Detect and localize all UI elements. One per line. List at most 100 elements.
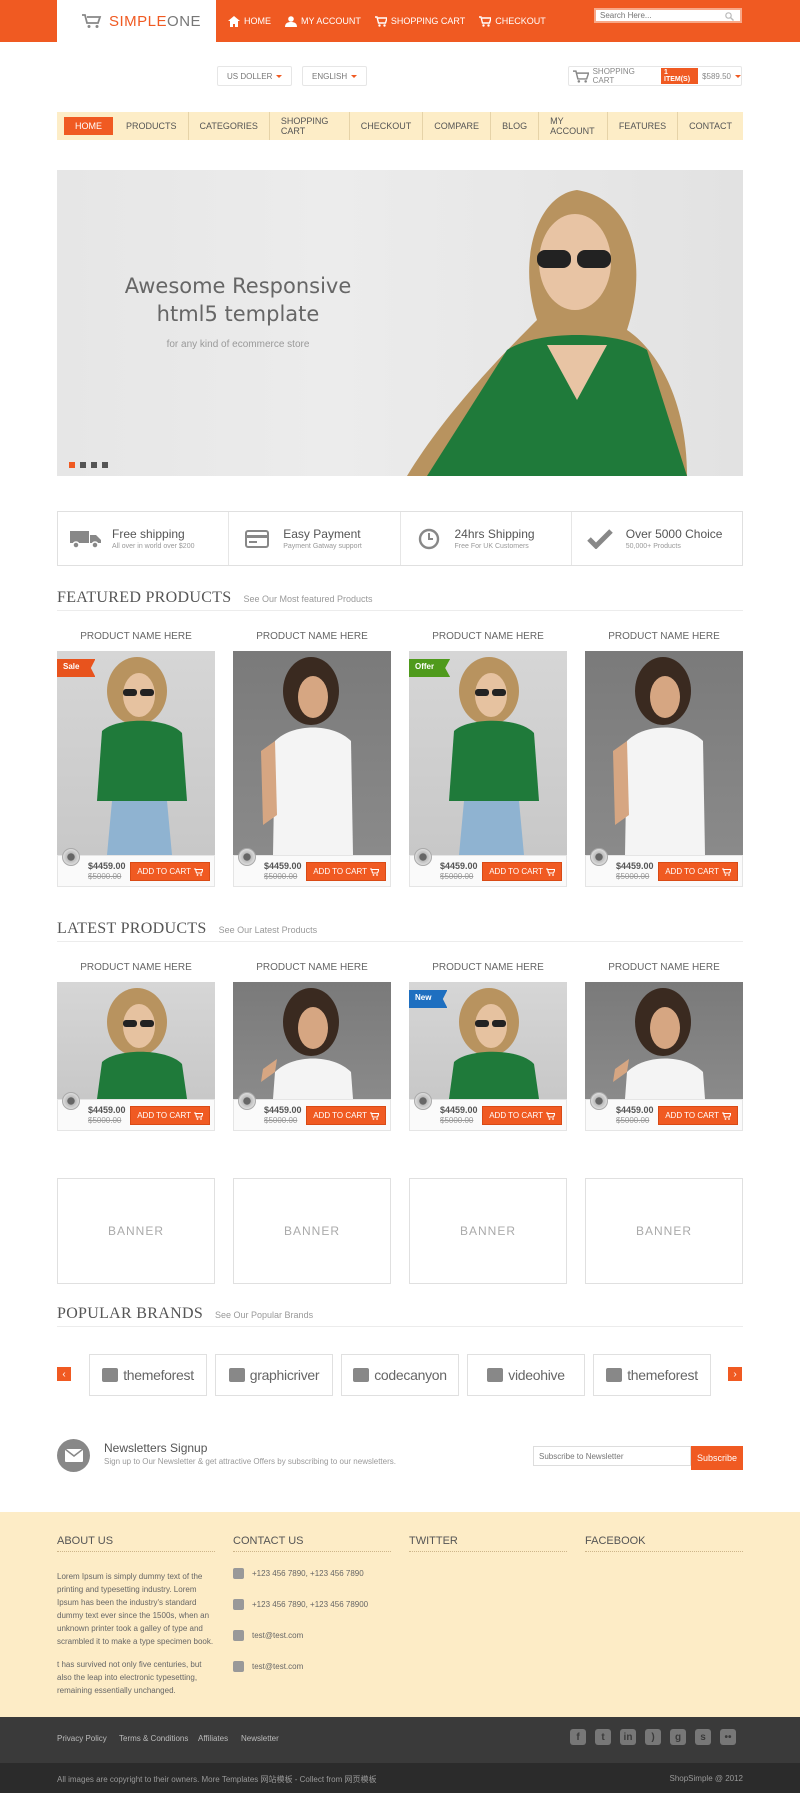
- product-name[interactable]: PRODUCT NAME HERE: [409, 631, 567, 642]
- brands-next-button[interactable]: ›: [728, 1367, 742, 1381]
- rss-icon[interactable]: ): [645, 1729, 661, 1745]
- product-price: $4459.00: [88, 1105, 126, 1115]
- product-name[interactable]: PRODUCT NAME HERE: [233, 631, 391, 642]
- hero-title: Awesome Responsive html5 template: [124, 274, 352, 326]
- banner[interactable]: BANNER: [233, 1178, 391, 1284]
- brand-logo[interactable]: codecanyon: [341, 1354, 459, 1396]
- nav-checkout[interactable]: CHECKOUT: [350, 112, 424, 140]
- slider-dot[interactable]: [80, 462, 86, 468]
- cart-icon: [546, 1111, 555, 1120]
- product-image: [261, 657, 353, 855]
- google-plus-icon[interactable]: g: [670, 1729, 686, 1745]
- clock-icon: [418, 528, 439, 549]
- copyright-bar: All images are copyright to their owners…: [0, 1763, 800, 1793]
- flickr-icon[interactable]: ••: [720, 1729, 736, 1745]
- product-image-frame[interactable]: Sale: [57, 651, 215, 855]
- product-name[interactable]: PRODUCT NAME HERE: [409, 962, 567, 973]
- feature-title: Free shipping: [112, 527, 185, 541]
- add-to-cart-button[interactable]: ADD TO CART: [658, 862, 738, 881]
- add-to-cart-button[interactable]: ADD TO CART: [482, 862, 562, 881]
- add-to-cart-button[interactable]: ADD TO CART: [306, 862, 386, 881]
- footer-link-newsletter[interactable]: Newsletter: [241, 1734, 279, 1743]
- cart-summary[interactable]: SHOPPING CART 1 ITEM(S) $589.50: [568, 66, 742, 86]
- slider-dot[interactable]: [102, 462, 108, 468]
- add-to-cart-button[interactable]: ADD TO CART: [130, 1106, 210, 1125]
- add-to-cart-button[interactable]: ADD TO CART: [130, 862, 210, 881]
- price-tag-icon: [590, 1092, 608, 1110]
- cart-label: SHOPPING CART: [592, 67, 635, 85]
- product-price: $4459.00: [616, 1105, 654, 1115]
- nav-categories[interactable]: CATEGORIES: [189, 112, 270, 140]
- newsletter-email-input[interactable]: [533, 1446, 691, 1466]
- footer-link-terms[interactable]: Terms & Conditions: [119, 1734, 188, 1743]
- brand-logo[interactable]: graphicriver: [215, 1354, 333, 1396]
- footer-link-privacy[interactable]: Privacy Policy: [57, 1734, 107, 1743]
- nav-compare[interactable]: COMPARE: [423, 112, 492, 140]
- logo[interactable]: SIMPLE ONE: [57, 0, 216, 42]
- add-to-cart-button[interactable]: ADD TO CART: [482, 1106, 562, 1125]
- product-name[interactable]: PRODUCT NAME HERE: [233, 962, 391, 973]
- slider-dot[interactable]: [69, 462, 75, 468]
- product-image-frame[interactable]: New: [409, 982, 567, 1099]
- banner[interactable]: BANNER: [57, 1178, 215, 1284]
- top-nav-home[interactable]: HOME: [228, 15, 271, 27]
- brands-prev-button[interactable]: ‹: [57, 1367, 71, 1381]
- logo-text-primary: SIMPLE: [109, 12, 168, 30]
- nav-contact[interactable]: CONTACT: [678, 112, 743, 140]
- skype-icon[interactable]: s: [695, 1729, 711, 1745]
- nav-products[interactable]: PRODUCTS: [115, 112, 189, 140]
- cart-icon: [546, 867, 555, 876]
- top-nav-account[interactable]: MY ACCOUNT: [285, 15, 361, 27]
- nav-shopping-cart[interactable]: SHOPPING CART: [270, 112, 350, 140]
- linkedin-icon[interactable]: in: [620, 1729, 636, 1745]
- product-name[interactable]: PRODUCT NAME HERE: [585, 962, 743, 973]
- product-name[interactable]: PRODUCT NAME HERE: [57, 962, 215, 973]
- product-image-frame[interactable]: Offer: [409, 651, 567, 855]
- banner[interactable]: BANNER: [585, 1178, 743, 1284]
- mobile-icon: [233, 1599, 244, 1610]
- currency-select[interactable]: US DOLLER: [217, 66, 293, 86]
- twitter-icon[interactable]: t: [595, 1729, 611, 1745]
- contact-email[interactable]: test@test.com: [233, 1630, 303, 1641]
- section-subtitle: See Our Latest Products: [218, 925, 318, 935]
- hero-slider[interactable]: Awesome Responsive html5 template for any…: [57, 170, 743, 476]
- chevron-left-icon: ‹: [62, 1368, 66, 1380]
- slider-dot[interactable]: [91, 462, 97, 468]
- top-nav-checkout[interactable]: CHECKOUT: [479, 15, 546, 27]
- subscribe-button[interactable]: Subscribe: [691, 1446, 743, 1470]
- product-price-bar: $4459.00 $5000.00 ADD TO CART: [585, 1092, 743, 1131]
- search-input[interactable]: [600, 11, 718, 20]
- brand-icon: [228, 1368, 245, 1382]
- brand-logo[interactable]: themeforest: [593, 1354, 711, 1396]
- contact-email[interactable]: test@test.com: [233, 1661, 303, 1672]
- feature-title: Easy Payment: [283, 527, 361, 541]
- add-to-cart-button[interactable]: ADD TO CART: [306, 1106, 386, 1125]
- copyright-text: All images are copyright to their owners…: [57, 1775, 377, 1784]
- language-select[interactable]: ENGLISH: [302, 66, 368, 86]
- feature-sub: 50,000+ Products: [625, 543, 681, 550]
- cart-count-badge: 1 ITEM(S): [661, 68, 699, 84]
- search-icon[interactable]: [725, 12, 734, 21]
- product-image-frame[interactable]: [233, 651, 391, 855]
- brand-logo[interactable]: themeforest: [89, 1354, 207, 1396]
- footer-link-affiliates[interactable]: Affiliates: [198, 1734, 228, 1743]
- product-image-frame[interactable]: [585, 651, 743, 855]
- top-nav-cart[interactable]: SHOPPING CART: [374, 15, 465, 27]
- banner[interactable]: BANNER: [409, 1178, 567, 1284]
- product-image-frame[interactable]: [233, 982, 391, 1099]
- nav-my-account[interactable]: MY ACCOUNT: [539, 112, 608, 140]
- add-to-cart-button[interactable]: ADD TO CART: [658, 1106, 738, 1125]
- feature-title: Over 5000 Choice: [625, 527, 723, 541]
- product-name[interactable]: PRODUCT NAME HERE: [57, 631, 215, 642]
- product-old-price: $5000.00: [88, 1116, 122, 1125]
- newsletter-title: Newsletters Signup: [104, 1441, 208, 1455]
- price-tag-icon: [590, 848, 608, 866]
- product-image-frame[interactable]: [57, 982, 215, 1099]
- brand-logo[interactable]: videohive: [467, 1354, 585, 1396]
- nav-home[interactable]: HOME: [64, 117, 113, 135]
- product-name[interactable]: PRODUCT NAME HERE: [585, 631, 743, 642]
- product-image-frame[interactable]: [585, 982, 743, 1099]
- nav-features[interactable]: FEATURES: [608, 112, 679, 140]
- facebook-icon[interactable]: f: [570, 1729, 586, 1745]
- nav-blog[interactable]: BLOG: [491, 112, 540, 140]
